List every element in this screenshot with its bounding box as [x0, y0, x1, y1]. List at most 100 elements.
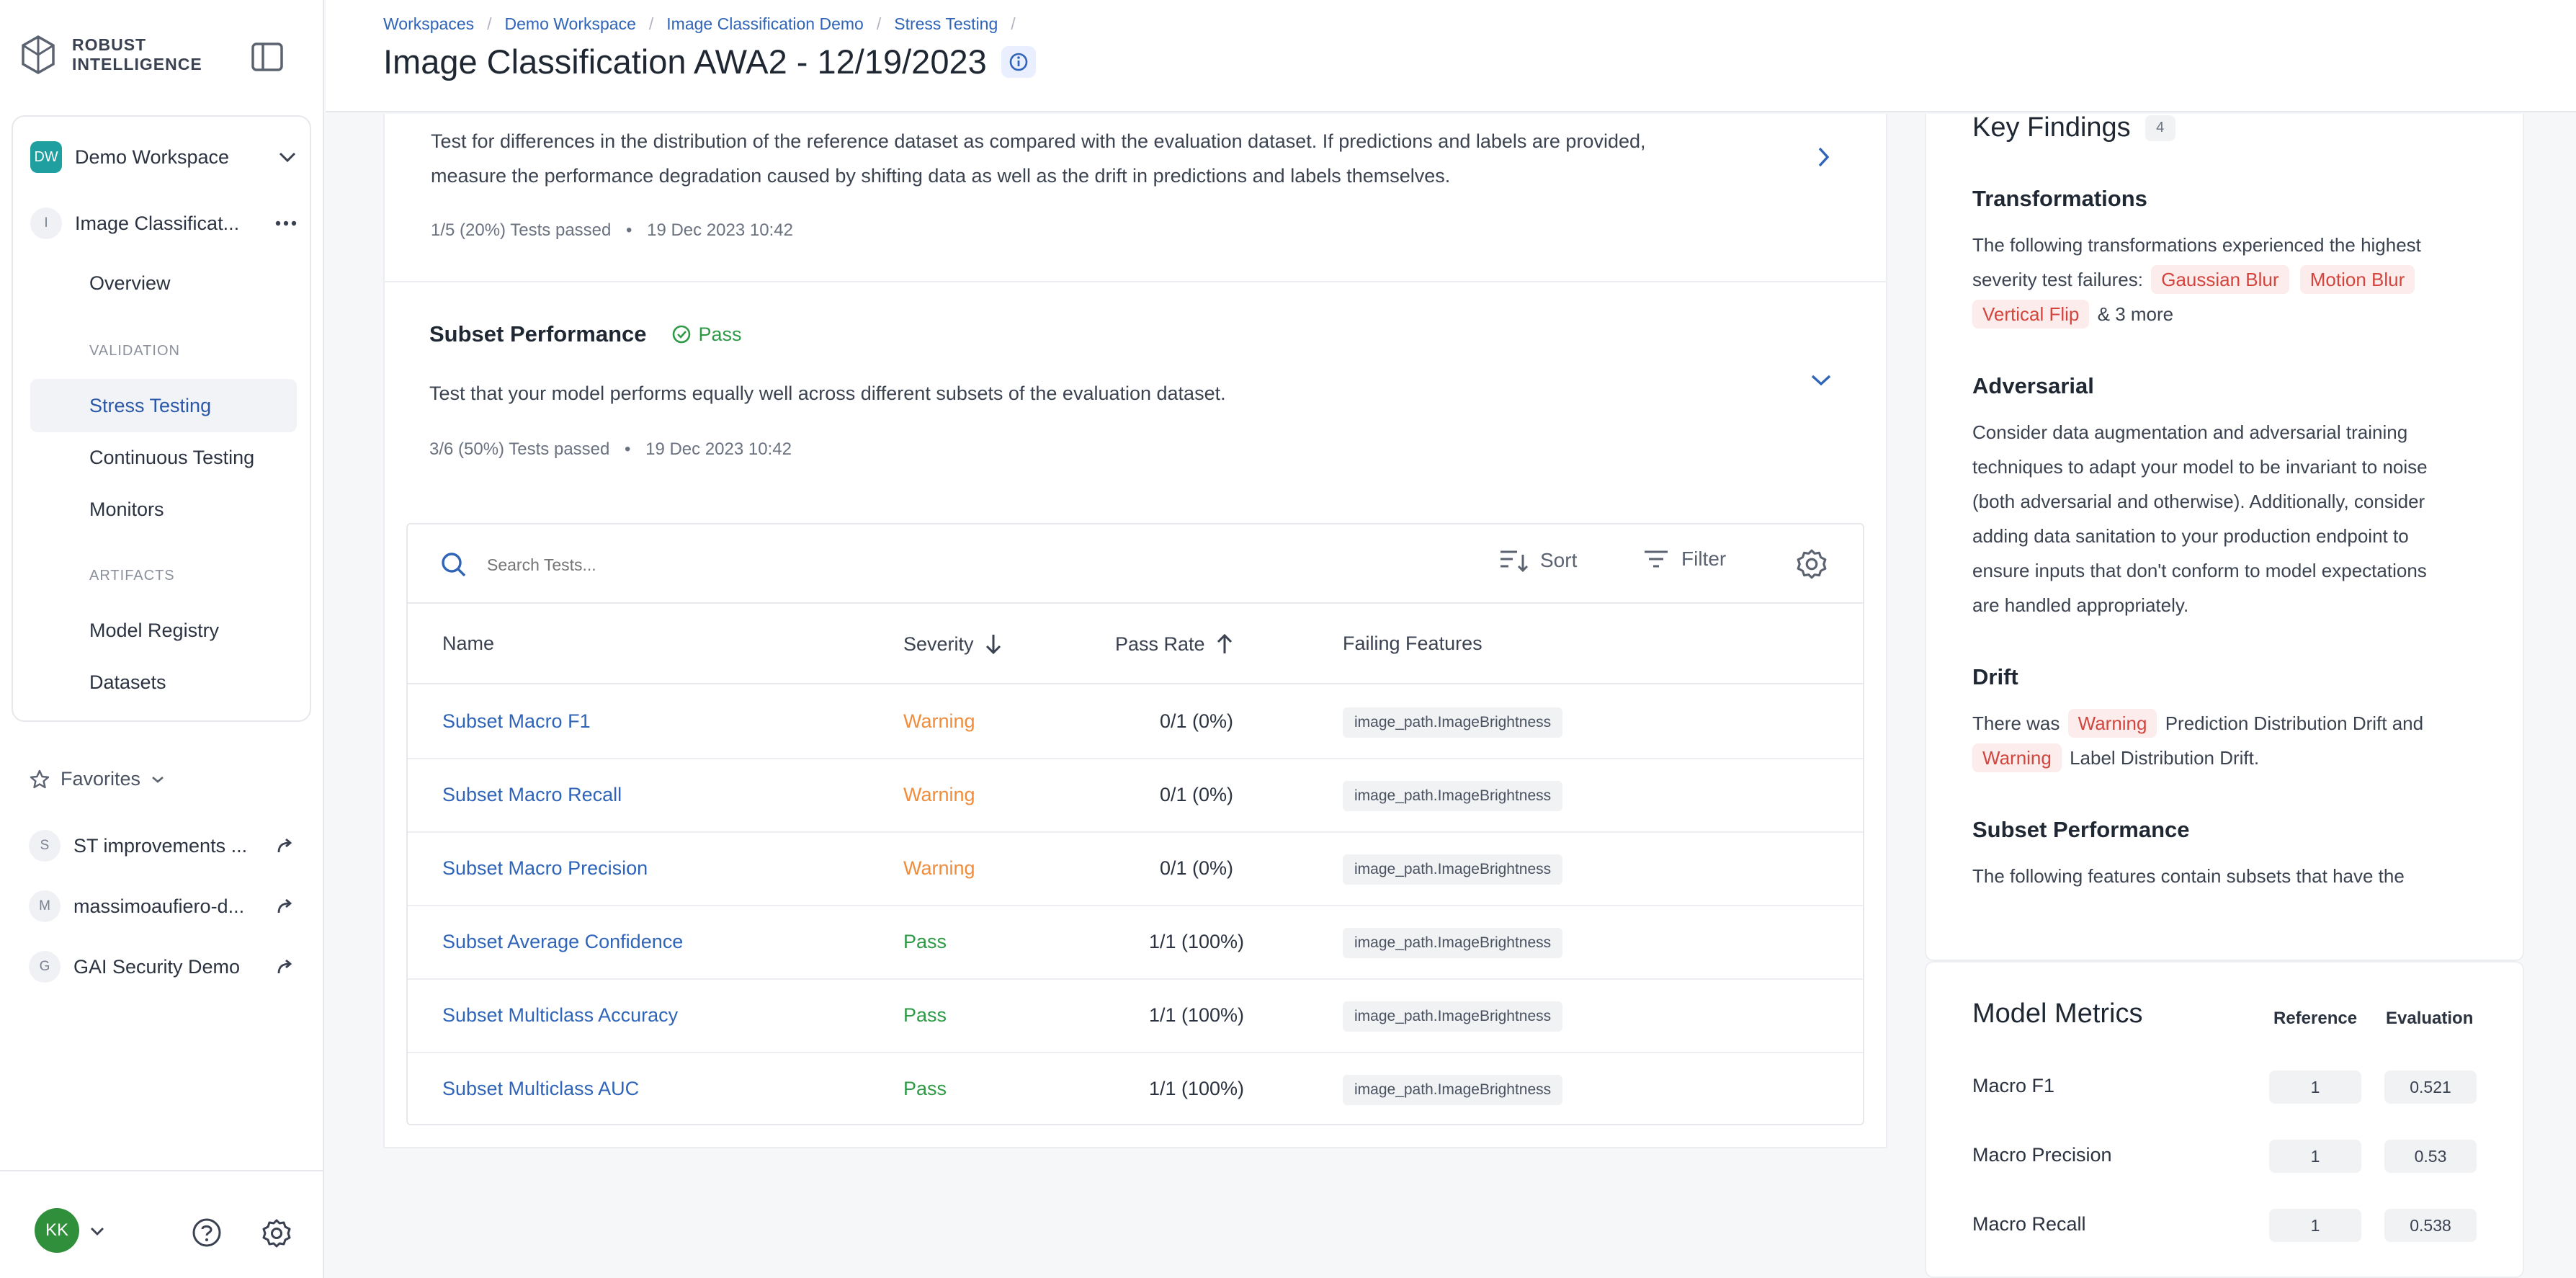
brand-logo[interactable]: ROBUST INTELLIGENCE [20, 35, 202, 75]
metric-reference-value: 1 [2269, 1140, 2361, 1173]
metric-evaluation-value: 0.53 [2384, 1140, 2477, 1173]
nav-section-validation: VALIDATION [89, 343, 180, 359]
failing-feature-chip[interactable]: image_path.ImageBrightness [1343, 707, 1563, 738]
filter-button[interactable]: Filter [1642, 548, 1726, 571]
favorite-item[interactable]: S ST improvements ... [29, 824, 295, 867]
arrow-down-icon [985, 635, 1001, 655]
info-icon[interactable] [1001, 45, 1036, 78]
pass-rate-text: 1/1 (100%) [1148, 931, 1245, 952]
collapse-sidebar-icon[interactable] [251, 42, 284, 76]
more-options-icon[interactable] [275, 220, 297, 227]
test-name-link[interactable]: Subset Multiclass AUC [442, 1078, 639, 1100]
metric-label: Macro F1 [1972, 1075, 2055, 1096]
transformation-tag[interactable]: Gaussian Blur [2151, 265, 2289, 294]
search-input[interactable] [487, 550, 919, 579]
nav-monitors[interactable]: Monitors [30, 483, 297, 536]
key-findings-card: Key Findings 4 Transformations The follo… [1925, 112, 2524, 961]
table-row[interactable]: Subset Macro Recall Warning 0/1 (0%) image_… [408, 759, 1863, 833]
breadcrumb-project[interactable]: Image Classification Demo [666, 14, 864, 34]
workspace-name: Demo Workspace [75, 146, 230, 168]
status-text: Pass [698, 323, 742, 345]
table-toolbar: Sort Filter [408, 524, 1863, 604]
breadcrumb-workspaces[interactable]: Workspaces [383, 14, 474, 34]
failing-feature-chip[interactable]: image_path.ImageBrightness [1343, 781, 1563, 811]
favorites-label: Favorites [61, 768, 141, 790]
chevron-down-icon [152, 776, 164, 783]
column-header-severity[interactable]: Severity [903, 633, 1003, 656]
chevron-right-icon[interactable] [1817, 146, 1831, 169]
test-name-link[interactable]: Subset Macro Recall [442, 784, 622, 806]
favorite-item[interactable]: M massimoaufiero-d... [29, 885, 295, 928]
column-header-name[interactable]: Name [442, 633, 494, 655]
settings-icon[interactable] [261, 1217, 292, 1249]
breadcrumb: Workspaces / Demo Workspace / Image Classi… [383, 14, 1029, 34]
failing-feature-chip[interactable]: image_path.ImageBrightness [1343, 1075, 1563, 1105]
test-name-link[interactable]: Subset Macro F1 [442, 710, 591, 733]
project-avatar: I [30, 207, 62, 239]
transformations-text: The following transformations experience… [1972, 228, 2491, 331]
drift-mid: Prediction Distribution Drift and [2165, 712, 2424, 734]
nav-stress-testing[interactable]: Stress Testing [30, 379, 297, 432]
check-circle-icon [672, 325, 690, 344]
metric-reference-value: 1 [2269, 1209, 2361, 1242]
nav-model-registry[interactable]: Model Registry [30, 604, 297, 657]
failing-feature-chip[interactable]: image_path.ImageBrightness [1343, 854, 1563, 885]
help-icon[interactable] [192, 1217, 222, 1248]
share-icon[interactable] [277, 959, 295, 975]
share-icon[interactable] [277, 898, 295, 914]
sort-button[interactable]: Sort [1498, 548, 1577, 573]
breadcrumb-separator: / [876, 14, 882, 33]
share-icon[interactable] [277, 838, 295, 854]
table-row[interactable]: Subset Multiclass AUC Pass 1/1 (100%) image… [408, 1053, 1863, 1127]
column-header-failing-features[interactable]: Failing Features [1343, 633, 1482, 655]
drift-description: Test for differences in the distribution… [431, 124, 1727, 193]
breadcrumb-stress-testing[interactable]: Stress Testing [894, 14, 998, 34]
subset-tests-passed: 3/6 (50%) Tests passed [429, 439, 610, 459]
failing-feature-chip[interactable]: image_path.ImageBrightness [1343, 928, 1563, 958]
nav-datasets[interactable]: Datasets [30, 656, 297, 709]
transformation-tag[interactable]: Vertical Flip [1972, 300, 2090, 329]
project-item[interactable]: I Image Classificat... [30, 202, 297, 245]
sort-label: Sort [1540, 549, 1578, 571]
pass-rate-text: 0/1 (0%) [1159, 857, 1234, 879]
table-row[interactable]: Subset Multiclass Accuracy Pass 1/1 (100%)… [408, 980, 1863, 1053]
favorites-toggle[interactable]: Favorites [29, 768, 165, 790]
transformations-more[interactable]: & 3 more [2098, 303, 2174, 325]
table-row[interactable]: Subset Average Confidence Pass 1/1 (100%) i… [408, 906, 1863, 980]
table-row[interactable]: Subset Macro Precision Warning 0/1 (0%) ima… [408, 833, 1863, 906]
settings-icon[interactable] [1795, 548, 1828, 581]
nav-overview[interactable]: Overview [30, 256, 297, 310]
sort-icon [1501, 550, 1529, 573]
drift-description-line2: measure the performance degradation caus… [431, 165, 1451, 187]
severity-text: Pass [903, 1078, 947, 1099]
favorite-name: ST improvements ... [73, 834, 248, 857]
subset-meta: 3/6 (50%) Tests passed • 19 Dec 2023 10:… [429, 439, 792, 460]
key-findings-title: Key Findings [1972, 112, 2131, 143]
test-name-link[interactable]: Subset Macro Precision [442, 857, 648, 880]
column-severity-label: Severity [903, 633, 974, 655]
test-name-link[interactable]: Subset Average Confidence [442, 931, 683, 953]
arrow-up-icon [1217, 633, 1232, 653]
model-metrics-card: Model Metrics Reference Evaluation Macro… [1925, 961, 2524, 1278]
test-name-link[interactable]: Subset Multiclass Accuracy [442, 1004, 678, 1027]
subset-performance-header[interactable]: Subset Performance Pass [429, 321, 742, 347]
drift-category[interactable]: Test for differences in the distribution… [385, 114, 1886, 282]
transformation-tag[interactable]: Motion Blur [2299, 265, 2415, 294]
severity-text: Warning [903, 784, 975, 805]
breadcrumb-demo-workspace[interactable]: Demo Workspace [505, 14, 636, 34]
favorite-item[interactable]: G GAI Security Demo [29, 945, 295, 988]
workspace-selector[interactable]: DW Demo Workspace [30, 137, 297, 177]
filter-icon [1645, 550, 1668, 568]
failing-feature-chip[interactable]: image_path.ImageBrightness [1343, 1001, 1563, 1032]
adversarial-text: Consider data augmentation and adversari… [1972, 415, 2491, 622]
table-row[interactable]: Subset Macro F1 Warning 0/1 (0%) image_path… [408, 686, 1863, 759]
search-icon [442, 553, 466, 577]
drift-meta: 1/5 (20%) Tests passed • 19 Dec 2023 10:… [431, 220, 793, 241]
tests-table: Sort Filter Name Severity Pass Rate Fail… [406, 523, 1864, 1125]
nav-continuous-testing[interactable]: Continuous Testing [30, 431, 297, 484]
chevron-down-icon[interactable] [89, 1226, 105, 1236]
breadcrumb-separator: / [648, 14, 654, 33]
column-header-pass-rate[interactable]: Pass Rate [1115, 633, 1234, 656]
chevron-down-icon[interactable] [1810, 373, 1833, 388]
user-avatar[interactable]: KK [35, 1208, 79, 1253]
